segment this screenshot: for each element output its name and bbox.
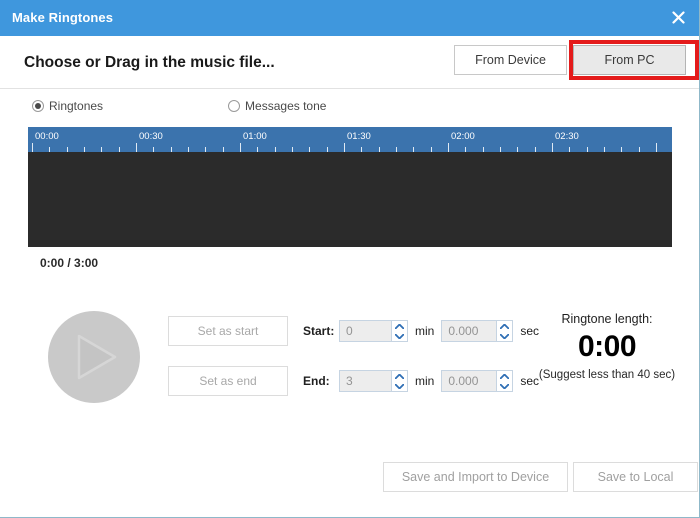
ruler-tick-minor [84,147,85,152]
end-label: End: [303,374,339,388]
radio-messages-tone[interactable]: Messages tone [228,99,326,113]
start-sec-input[interactable]: 0.000 [441,320,496,342]
ruler-label: 00:30 [139,131,163,142]
ruler-tick-minor [101,147,102,152]
start-min-down-icon[interactable] [392,331,407,341]
ruler-tick-minor [171,147,172,152]
play-icon [75,333,119,381]
ruler-tick-minor [205,147,206,152]
ruler-tick-minor [465,147,466,152]
start-min-up-icon[interactable] [392,321,407,331]
end-sec-input[interactable]: 0.000 [441,370,496,392]
source-button-group: From Device From PC [454,45,686,75]
play-button[interactable] [48,311,140,403]
start-min-unit: min [415,324,434,338]
ruler-tick-minor [621,147,622,152]
end-min-arrows [391,370,408,392]
ruler-tick-major [240,143,241,152]
save-to-local-button[interactable]: Save to Local [573,462,698,492]
header-divider [0,88,700,89]
ruler-tick-major [448,143,449,152]
end-min-up-icon[interactable] [392,371,407,381]
from-device-button[interactable]: From Device [454,45,567,75]
ruler-tick-minor [188,147,189,152]
ruler-tick-minor [153,147,154,152]
ruler-label: 01:00 [243,131,267,142]
end-min-stepper[interactable]: 3 [339,370,408,392]
from-pc-button[interactable]: From PC [573,45,686,75]
start-min-input[interactable]: 0 [339,320,391,342]
ruler-tick-minor [292,147,293,152]
tone-type-radio-group: Ringtones Messages tone [32,99,326,113]
ruler-tick-minor [431,147,432,152]
ruler-tick-minor [309,147,310,152]
ruler-tick-minor [483,147,484,152]
ringtone-length-hint: (Suggest less than 40 sec) [524,369,690,381]
radio-ringtones[interactable]: Ringtones [32,99,103,113]
ruler-tick-minor [413,147,414,152]
ruler-tick-minor [379,147,380,152]
end-min-unit: min [415,374,434,388]
radio-messages-tone-indicator [228,100,240,112]
timeline-ruler[interactable]: 00:00 00:30 01:00 01:30 02:00 02:30 [28,127,672,152]
ruler-label: 01:30 [347,131,371,142]
start-label: Start: [303,324,339,338]
ruler-tick-minor [257,147,258,152]
ruler-tick-minor [327,147,328,152]
ruler-tick-major [344,143,345,152]
ruler-label: 00:00 [35,131,59,142]
window-title: Make Ringtones [12,10,113,25]
ruler-tick-minor [517,147,518,152]
end-sec-up-icon[interactable] [497,371,512,381]
start-min-arrows [391,320,408,342]
ruler-tick-minor [49,147,50,152]
end-min-input[interactable]: 3 [339,370,391,392]
ruler-tick-minor [119,147,120,152]
start-sec-up-icon[interactable] [497,321,512,331]
ruler-label: 02:00 [451,131,475,142]
ringtone-length-title: Ringtone length: [524,312,690,326]
ringtone-length-panel: Ringtone length: 0:00 (Suggest less than… [524,312,690,381]
ruler-tick-minor [500,147,501,152]
set-as-end-button[interactable]: Set as end [168,366,288,396]
ruler-tick-minor [604,147,605,152]
radio-ringtones-indicator [32,100,44,112]
ruler-tick-minor [223,147,224,152]
set-as-start-button[interactable]: Set as start [168,316,288,346]
page-title: Choose or Drag in the music file... [24,54,275,72]
end-min-down-icon[interactable] [392,381,407,391]
end-time-row: End: 3 min 0.000 [303,370,546,392]
start-time-row: Start: 0 min 0.000 [303,320,546,342]
end-sec-down-icon[interactable] [497,381,512,391]
ruler-tick-minor [535,147,536,152]
ruler-tick-minor [67,147,68,152]
end-sec-arrows [496,370,513,392]
end-sec-stepper[interactable]: 0.000 [441,370,513,392]
ruler-tick-minor [569,147,570,152]
ruler-tick-minor [639,147,640,152]
start-sec-arrows [496,320,513,342]
ruler-label: 02:30 [555,131,579,142]
start-sec-down-icon[interactable] [497,331,512,341]
ruler-tick-major [32,143,33,152]
waveform-panel[interactable]: 00:00 00:30 01:00 01:30 02:00 02:30 [28,127,672,247]
ruler-tick-minor [275,147,276,152]
ruler-tick-minor [587,147,588,152]
ruler-tick-major [136,143,137,152]
close-icon[interactable] [664,4,692,30]
playback-position-readout: 0:00 / 3:00 [40,256,98,270]
start-sec-stepper[interactable]: 0.000 [441,320,513,342]
save-and-import-to-device-button[interactable]: Save and Import to Device [383,462,568,492]
ruler-tick-minor [396,147,397,152]
title-bar: Make Ringtones [0,0,700,36]
start-min-stepper[interactable]: 0 [339,320,408,342]
ruler-tick-major [552,143,553,152]
ruler-tick-major [656,143,657,152]
make-ringtones-dialog: Make Ringtones Choose or Drag in the mus… [0,0,700,518]
ruler-tick-minor [361,147,362,152]
ringtone-length-value: 0:00 [524,330,690,364]
radio-messages-tone-label: Messages tone [245,99,326,113]
radio-ringtones-label: Ringtones [49,99,103,113]
